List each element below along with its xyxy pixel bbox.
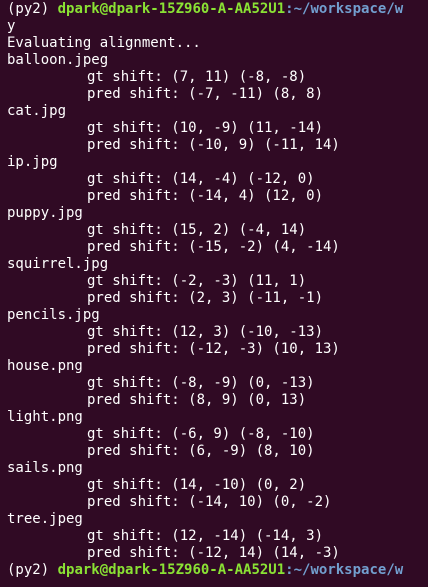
gt-shift-line: gt shift: (14, -4) (-12, 0) (87, 171, 315, 187)
prompt-env: (py2) (7, 562, 50, 578)
file-name: pencils.jpg (7, 307, 100, 323)
status-line: Evaluating alignment... (7, 35, 201, 51)
gt-shift-line: gt shift: (12, 3) (-10, -13) (87, 324, 324, 340)
pred-shift-line: pred shift: (2, 3) (-11, -1) (87, 290, 324, 306)
pred-shift-line: pred shift: (6, -9) (8, 10) (87, 443, 315, 459)
gt-shift-line: gt shift: (-2, -3) (11, 1) (87, 273, 307, 289)
terminal-window[interactable]: (py2) dpark@dpark-15Z960-A-AA52U1:~/work… (0, 0, 428, 587)
pred-shift-line: pred shift: (-14, 10) (0, -2) (87, 494, 332, 510)
gt-shift-line: gt shift: (7, 11) (-8, -8) (87, 69, 307, 85)
prompt-line-top: (py2) dpark@dpark-15Z960-A-AA52U1:~/work… (7, 1, 428, 18)
file-name: sails.png (7, 460, 83, 476)
prompt-path: :~/workspace/w (285, 562, 404, 578)
pred-shift-line: pred shift: (-7, -11) (8, 8) (87, 86, 324, 102)
prompt-path: :~/workspace/w (285, 1, 404, 17)
pred-shift-line: pred shift: (8, 9) (0, 13) (87, 392, 307, 408)
gt-shift-line: gt shift: (-6, 9) (-8, -10) (87, 426, 315, 442)
file-name: puppy.jpg (7, 205, 83, 221)
file-name: squirrel.jpg (7, 256, 109, 272)
input-line: y (7, 18, 16, 34)
prompt-env: (py2) (7, 1, 50, 17)
file-name: cat.jpg (7, 103, 67, 119)
gt-shift-line: gt shift: (12, -14) (-14, 3) (87, 528, 324, 544)
gt-shift-line: gt shift: (15, 2) (-4, 14) (87, 222, 307, 238)
file-name: light.png (7, 409, 83, 425)
prompt-user-host: dpark@dpark-15Z960-A-AA52U1 (57, 562, 286, 578)
gt-shift-line: gt shift: (-8, -9) (0, -13) (87, 375, 315, 391)
file-name: ip.jpg (7, 154, 58, 170)
pred-shift-line: pred shift: (-12, 14) (14, -3) (87, 545, 340, 561)
pred-shift-line: pred shift: (-15, -2) (4, -14) (87, 239, 340, 255)
pred-shift-line: pred shift: (-14, 4) (12, 0) (87, 188, 324, 204)
file-name: balloon.jpeg (7, 52, 109, 68)
prompt-user-host: dpark@dpark-15Z960-A-AA52U1 (57, 1, 286, 17)
file-name: tree.jpeg (7, 511, 83, 527)
gt-shift-line: gt shift: (10, -9) (11, -14) (87, 120, 324, 136)
pred-shift-line: pred shift: (-12, -3) (10, 13) (87, 341, 340, 357)
prompt-line-bottom[interactable]: (py2) dpark@dpark-15Z960-A-AA52U1:~/work… (7, 562, 428, 579)
file-results: balloon.jpeg gt shift: (7, 11) (-8, -8) pr… (7, 52, 428, 562)
pred-shift-line: pred shift: (-10, 9) (-11, 14) (87, 137, 340, 153)
gt-shift-line: gt shift: (14, -10) (0, 2) (87, 477, 307, 493)
file-name: house.png (7, 358, 83, 374)
terminal-output: (py2) dpark@dpark-15Z960-A-AA52U1:~/work… (7, 1, 428, 579)
